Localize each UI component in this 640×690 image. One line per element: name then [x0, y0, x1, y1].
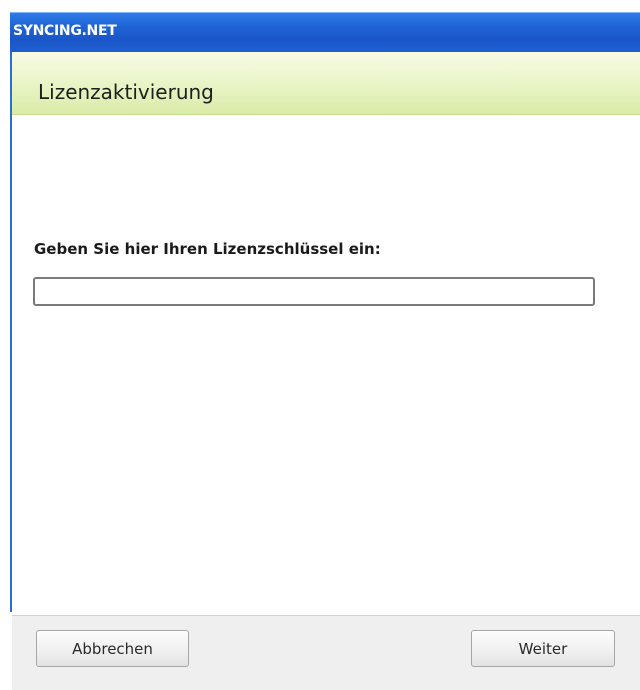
page-header: Lizenzaktivierung [12, 52, 640, 115]
cancel-button[interactable]: Abbrechen [36, 630, 189, 667]
license-dialog: SYNCING.NET Lizenzaktivierung Geben Sie … [0, 0, 640, 690]
page-title: Lizenzaktivierung [38, 80, 214, 104]
window-left-edge [0, 12, 10, 689]
license-key-input[interactable] [33, 277, 595, 306]
window-border [10, 52, 12, 612]
title-bar[interactable]: SYNCING.NET [10, 12, 640, 52]
button-bar: Abbrechen Weiter [12, 615, 640, 690]
next-button[interactable]: Weiter [471, 630, 615, 667]
license-key-label: Geben Sie hier Ihren Lizenzschlüssel ein… [34, 240, 381, 258]
window-title: SYNCING.NET [13, 23, 117, 39]
